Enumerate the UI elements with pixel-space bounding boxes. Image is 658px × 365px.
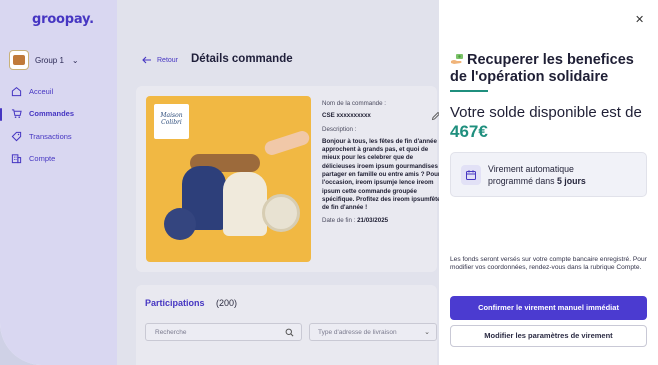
sidebar-nav: Acceuil Commandes Transactions Compte [0, 80, 75, 171]
order-name-value: CSE xxxxxxxxxx [322, 112, 371, 120]
sidebar-item-compte[interactable]: Compte [11, 148, 74, 171]
address-type-select[interactable]: Type d'adresse de livraison ⌄ [309, 323, 437, 341]
participations-card: Participations (200) Recherche Type d'ad… [136, 285, 437, 365]
search-placeholder: Recherche [155, 329, 187, 336]
group-avatar [9, 50, 29, 70]
arrow-left-icon [142, 56, 151, 64]
end-date-value: 21/03/2025 [357, 216, 389, 224]
balance-prefix: Votre solde disponible est de [450, 104, 642, 121]
order-card: Maison Colibri Nom de la commande : CSE … [136, 86, 444, 272]
app-window: groopay. Group 1 ⌄ Acceuil Commandes Tra… [0, 0, 658, 365]
brand-logo: Maison Colibri [154, 104, 189, 139]
description-text: Bonjour à tous, les fêtes de fin d'année… [322, 137, 445, 212]
title-underline [450, 90, 488, 92]
confirm-transfer-button[interactable]: Confirmer le virement manuel immédiat [450, 296, 647, 320]
transfer-drawer: ✕ Recuperer les benefices de l'opération… [439, 0, 658, 365]
info-text: Les fonds seront versés sur votre compte… [450, 256, 647, 272]
order-image: Maison Colibri [146, 96, 311, 262]
calendar-icon [466, 170, 476, 180]
search-input[interactable]: Recherche [145, 323, 302, 341]
chevron-down-icon: ⌄ [424, 329, 430, 336]
participations-count: (200) [216, 298, 238, 308]
participations-title: Participations [145, 298, 205, 308]
close-icon[interactable]: ✕ [635, 13, 644, 26]
end-date-row: Date de fin : 21/03/2025 [322, 217, 446, 225]
sidebar-item-commandes[interactable]: Commandes [0, 103, 75, 126]
balance: Votre solde disponible est de 467€ [450, 103, 650, 142]
end-date-label: Date de fin : [322, 216, 356, 224]
drawer-title-text: Recuperer les benefices de l'opération s… [450, 52, 634, 85]
transfer-line2: programmé dans 5 jours [488, 176, 586, 186]
auto-transfer-text: Virement automatique programmé dans 5 jo… [488, 163, 586, 187]
cart-icon [11, 109, 22, 119]
search-icon [285, 328, 294, 337]
back-label: Retour [157, 56, 179, 64]
transfer-days: 5 jours [556, 176, 586, 186]
edit-transfer-settings-button[interactable]: Modifier les paramètres de virement [450, 325, 647, 347]
calendar-icon-wrap [461, 165, 481, 185]
tag-icon [11, 131, 22, 142]
back-link[interactable]: Retour [142, 56, 178, 64]
groopay-logo[interactable]: groopay. [32, 12, 94, 27]
sidebar: groopay. Group 1 ⌄ Acceuil Commandes Tra… [0, 0, 117, 365]
sidebar-item-acceuil[interactable]: Acceuil [11, 80, 74, 103]
auto-transfer-info: Virement automatique programmé dans 5 jo… [450, 152, 647, 197]
sidebar-item-transactions[interactable]: Transactions [11, 125, 74, 148]
group-label: Group 1 [35, 55, 64, 65]
sidebar-item-label: Commandes [29, 109, 75, 119]
sidebar-item-label: Compte [29, 154, 56, 164]
transfer-line1: Virement automatique [488, 164, 574, 174]
description-label: Description : [322, 125, 357, 133]
sidebar-item-label: Acceuil [29, 86, 54, 96]
address-type-placeholder: Type d'adresse de livraison [318, 329, 397, 336]
drawer-title: Recuperer les benefices de l'opération s… [450, 52, 650, 86]
building-icon [11, 154, 22, 164]
chevron-down-icon: ⌄ [71, 55, 79, 65]
page-title: Détails commande [191, 53, 293, 65]
home-icon [11, 86, 22, 96]
money-hand-icon [451, 54, 463, 64]
sidebar-item-label: Transactions [29, 131, 72, 141]
order-name-label: Nom de la commande : [322, 100, 386, 107]
order-details: Nom de la commande : CSE xxxxxxxxxx Desc… [322, 100, 446, 225]
balance-amount: 467€ [450, 122, 488, 141]
group-selector[interactable]: Group 1 ⌄ [9, 50, 79, 70]
main-content: Retour Détails commande Maison Colibri N… [117, 0, 444, 365]
